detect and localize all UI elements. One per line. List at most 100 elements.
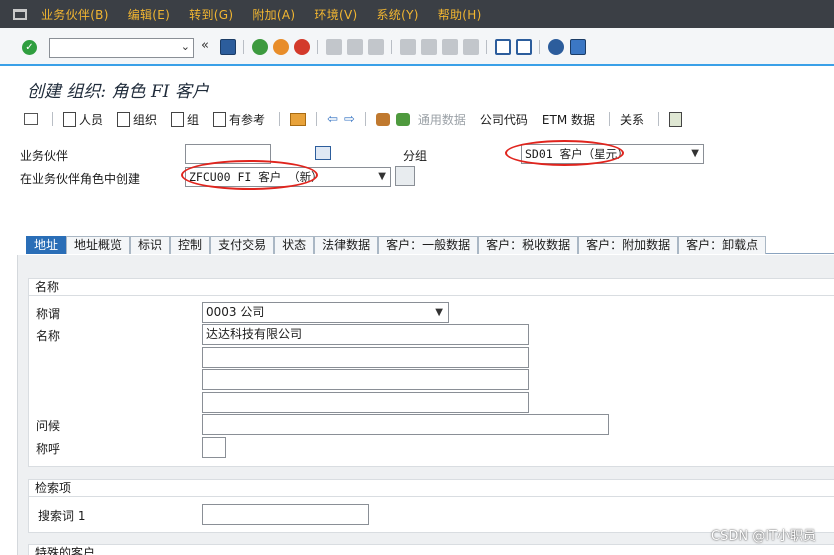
salutation-field[interactable] — [202, 437, 226, 458]
grouping-label: 分组 — [403, 149, 428, 163]
tab-address[interactable]: 地址 — [26, 236, 67, 254]
command-field[interactable]: ⌄ — [49, 38, 194, 58]
salutation-label: 称呼 — [36, 442, 61, 456]
document-list-icon[interactable] — [669, 111, 683, 127]
history-back-icon[interactable]: « — [201, 38, 217, 54]
document-icon — [213, 111, 227, 127]
business-partner-label: 业务伙伴 — [20, 149, 69, 163]
exit-icon[interactable] — [273, 39, 289, 55]
create-in-role-label: 在业务伙伴角色中创建 — [20, 172, 141, 186]
chevron-down-icon[interactable]: ▼ — [435, 303, 443, 322]
menu-help[interactable]: 帮助(H) — [438, 6, 482, 23]
next-page-icon[interactable] — [442, 39, 458, 55]
search-terms-group-title: 检索项 — [29, 480, 834, 497]
relations-button[interactable]: 关系 — [620, 111, 644, 128]
chevron-down-icon[interactable]: ▼ — [691, 145, 699, 163]
tab-legal-data[interactable]: 法律数据 — [314, 236, 379, 254]
greeting-label: 问候 — [36, 419, 61, 433]
toolbar-separator — [609, 112, 610, 126]
first-page-icon[interactable] — [400, 39, 416, 55]
search-term-1-field[interactable] — [202, 504, 369, 525]
toolbar-separator — [391, 40, 392, 54]
document-icon — [63, 111, 76, 127]
menu-extras[interactable]: 附加(A) — [252, 6, 295, 23]
highlight-circle — [505, 140, 624, 166]
greeting-field[interactable] — [202, 414, 609, 435]
special-customer-group: 特殊的客户 — [28, 544, 834, 555]
cancel-icon[interactable] — [294, 39, 310, 55]
group-button[interactable]: 组 — [171, 111, 199, 128]
tab-customer-tax[interactable]: 客户：税收数据 — [478, 236, 579, 254]
name-group-title: 名称 — [29, 279, 834, 296]
chevron-down-icon[interactable]: ▼ — [378, 168, 386, 186]
tab-control[interactable]: 控制 — [170, 236, 211, 254]
toolbar-separator — [243, 40, 244, 54]
search-term-1-label: 搜索词 1 — [38, 509, 86, 523]
with-reference-button[interactable]: 有参考 — [213, 111, 265, 128]
create-icon[interactable] — [395, 112, 410, 126]
name-group: 名称 称谓 0003 公司 ▼ 名称 达达科技有限公司 问候 称呼 — [28, 278, 834, 467]
open-folder-icon[interactable] — [290, 112, 307, 126]
find-next-icon[interactable] — [368, 39, 384, 55]
system-menu-icon[interactable] — [13, 8, 27, 20]
tab-payment-transactions[interactable]: 支付交易 — [210, 236, 275, 254]
tab-status[interactable]: 状态 — [274, 236, 315, 254]
etm-data-button[interactable]: ETM 数据 — [542, 111, 595, 128]
next-arrow-icon[interactable]: ⇨ — [344, 112, 355, 127]
page-title: 创建 组织: 角色 FI 客户 — [27, 82, 209, 102]
general-data-button[interactable]: 通用数据 — [418, 111, 466, 128]
shortcut-icon[interactable] — [516, 39, 532, 55]
name-label: 名称 — [36, 329, 61, 343]
person-button[interactable]: 人员 — [63, 111, 103, 128]
tab-identification[interactable]: 标识 — [130, 236, 171, 254]
tab-customer-general[interactable]: 客户：一般数据 — [378, 236, 479, 254]
tab-customer-additional[interactable]: 客户：附加数据 — [578, 236, 679, 254]
standard-toolbar: ✓ ⌄ « — [0, 28, 834, 66]
role-details-icon[interactable] — [395, 166, 415, 186]
tab-strip: 地址 地址概览 标识 控制 支付交易 状态 法律数据 客户：一般数据 客户：税收… — [26, 236, 834, 254]
find-icon[interactable] — [347, 39, 363, 55]
layout-menu-icon[interactable] — [570, 39, 586, 55]
name3-field[interactable] — [202, 369, 529, 390]
menu-goto[interactable]: 转到(G) — [189, 6, 233, 23]
tab-address-overview[interactable]: 地址概览 — [66, 236, 131, 254]
switch-display-change-icon[interactable] — [375, 112, 390, 126]
print-icon[interactable] — [326, 39, 342, 55]
name2-field[interactable] — [202, 347, 529, 368]
highlight-circle — [181, 160, 318, 190]
menu-environment[interactable]: 环境(V) — [314, 6, 357, 23]
name1-field[interactable]: 达达科技有限公司 — [202, 324, 529, 345]
previous-page-icon[interactable] — [421, 39, 437, 55]
last-page-icon[interactable] — [463, 39, 479, 55]
toolbar-separator — [279, 112, 281, 126]
previous-arrow-icon[interactable]: ⇦ — [327, 112, 338, 127]
back-icon[interactable] — [252, 39, 268, 55]
menu-bar: 业务伙伴(B) 编辑(E) 转到(G) 附加(A) 环境(V) 系统(Y) 帮助… — [0, 0, 834, 28]
chevron-down-icon[interactable]: ⌄ — [181, 40, 190, 53]
menu-edit[interactable]: 编辑(E) — [128, 6, 170, 23]
organization-button[interactable]: 组织 — [117, 111, 157, 128]
document-icon — [171, 111, 185, 127]
application-toolbar: 人员 组织 组 有参考 ⇦ ⇨ 通用数据 公司代码 ETM 数据 关系 — [16, 104, 834, 134]
menu-system[interactable]: 系统(Y) — [376, 6, 418, 23]
special-customer-group-title: 特殊的客户 — [29, 545, 834, 555]
name4-field[interactable] — [202, 392, 529, 413]
toolbar-separator — [658, 112, 660, 126]
screen-layout-icon[interactable] — [24, 113, 38, 125]
toolbar-separator — [317, 40, 318, 54]
title-label: 称谓 — [36, 307, 61, 321]
save-icon[interactable] — [220, 39, 236, 55]
help-icon[interactable] — [548, 39, 564, 55]
company-code-button[interactable]: 公司代码 — [480, 111, 528, 128]
tab-customer-unloading-points[interactable]: 客户：卸载点 — [678, 236, 767, 254]
enter-check-icon[interactable]: ✓ — [22, 40, 37, 55]
document-icon — [117, 111, 131, 127]
watermark: CSDN @IT小职员 — [711, 529, 816, 544]
title-select[interactable]: 0003 公司 ▼ — [202, 302, 449, 323]
new-session-icon[interactable] — [495, 39, 511, 55]
toolbar-separator — [486, 40, 487, 54]
toolbar-separator — [364, 112, 366, 126]
menu-business-partner[interactable]: 业务伙伴(B) — [41, 6, 109, 23]
tab-content-area: 名称 称谓 0003 公司 ▼ 名称 达达科技有限公司 问候 称呼 检索项 搜索… — [17, 255, 834, 555]
toolbar-separator — [316, 112, 318, 126]
